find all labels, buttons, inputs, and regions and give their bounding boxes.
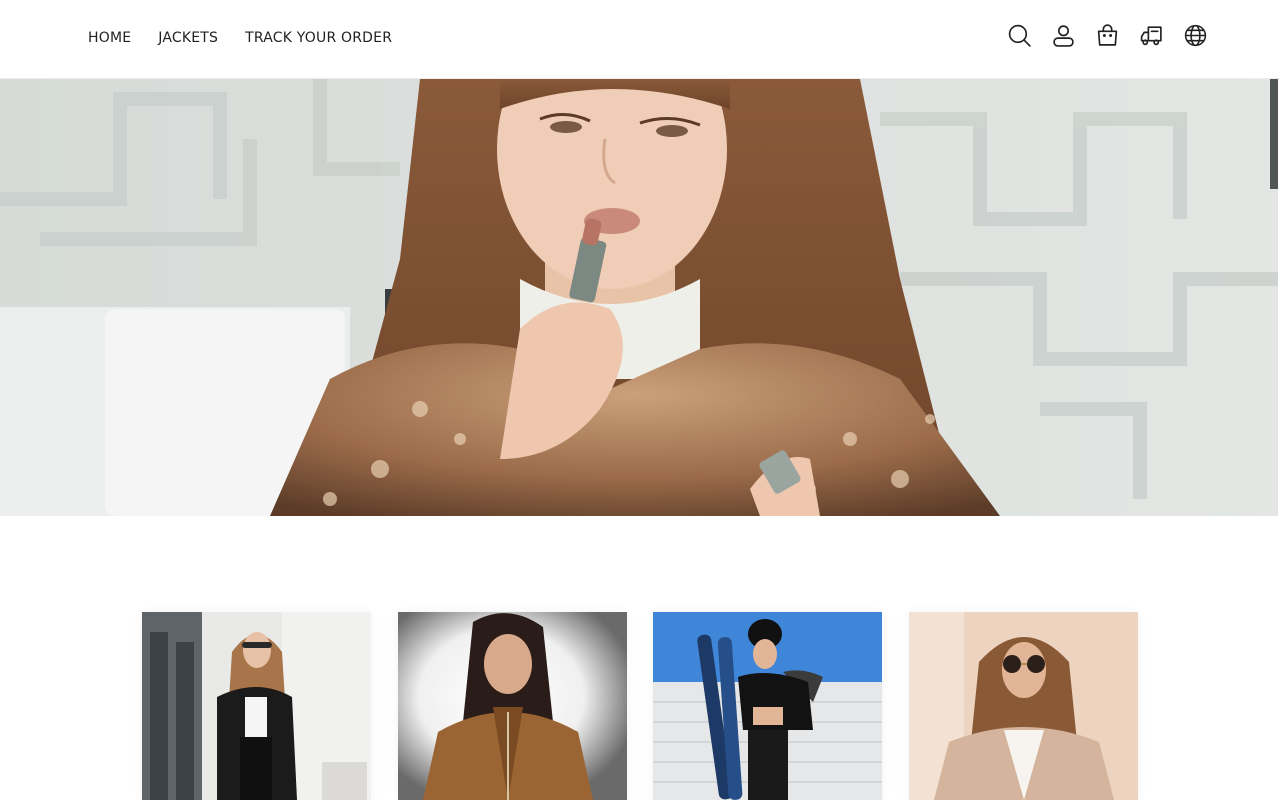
globe-icon[interactable] [1183,22,1208,49]
product-image-1 [142,612,371,800]
hero-image [0,79,1278,516]
product-image-3 [653,612,882,800]
product-card-4[interactable] [909,612,1138,800]
nav-item-track-order[interactable]: TRACK YOUR ORDER [245,29,392,47]
product-card-2[interactable] [398,612,627,800]
product-image-4 [909,612,1138,800]
account-icon[interactable] [1051,22,1076,49]
product-card-3[interactable] [653,612,882,800]
search-icon[interactable] [1007,22,1032,49]
cart-icon[interactable] [1095,22,1120,49]
site-header: HOME JACKETS TRACK YOUR ORDER [0,0,1280,79]
product-grid [142,612,1138,800]
main-navigation: HOME JACKETS TRACK YOUR ORDER [88,29,419,47]
product-image-2 [398,612,627,800]
shipping-truck-icon[interactable] [1139,22,1164,49]
nav-item-home[interactable]: HOME [88,29,131,47]
hero-banner[interactable] [0,79,1278,516]
product-card-1[interactable] [142,612,371,800]
nav-item-jackets[interactable]: JACKETS [158,29,218,47]
header-icon-bar [1007,22,1208,49]
